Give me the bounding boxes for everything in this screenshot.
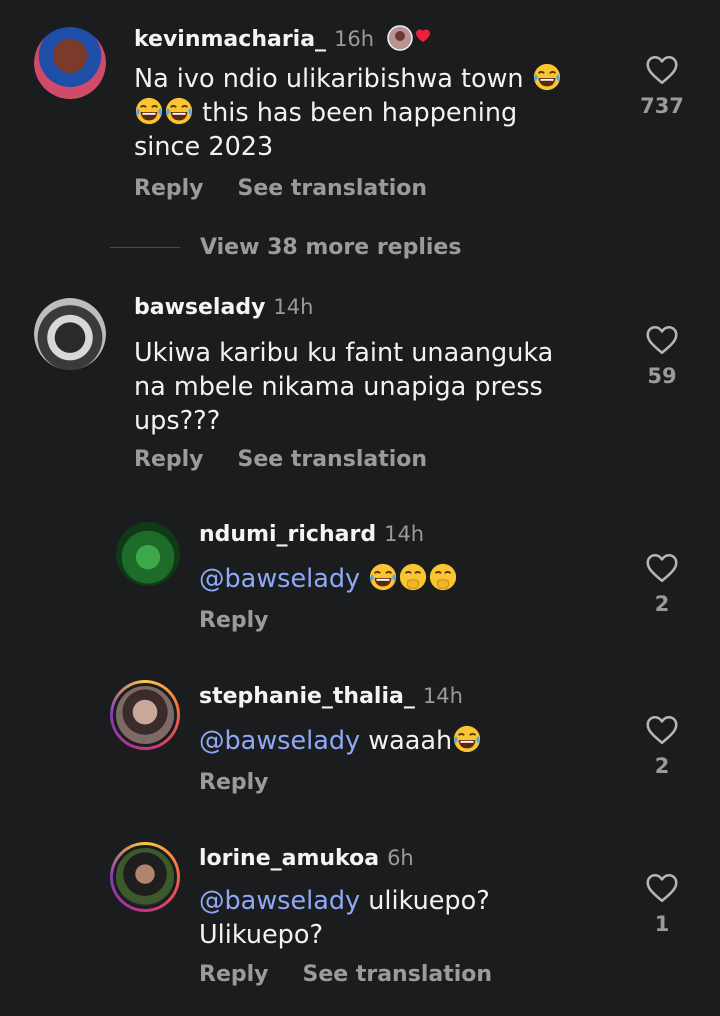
laugh-icon bbox=[134, 96, 164, 126]
reply-stephanie-thalia: stephanie_thalia_ 14h @bawselady waaah Re… bbox=[0, 672, 720, 822]
heart-icon[interactable] bbox=[644, 550, 680, 586]
like-button[interactable]: 737 bbox=[626, 52, 698, 118]
heart-icon[interactable] bbox=[644, 52, 680, 88]
timestamp: 14h bbox=[273, 295, 314, 319]
comment-line: since 2023 bbox=[134, 132, 274, 162]
timestamp: 14h bbox=[384, 522, 425, 546]
mention-link[interactable]: @bawselady bbox=[199, 726, 360, 756]
like-button[interactable]: 2 bbox=[626, 712, 698, 778]
comment-actions: Reply See translation bbox=[134, 447, 427, 472]
see-translation-button[interactable]: See translation bbox=[238, 176, 428, 201]
heart-icon[interactable] bbox=[644, 322, 680, 358]
comment-text: @bawselady bbox=[199, 562, 669, 596]
comment-body: waaah bbox=[368, 726, 453, 756]
username[interactable]: kevinmacharia_ 16h bbox=[134, 24, 430, 52]
giggle-icon bbox=[428, 562, 458, 592]
like-button[interactable]: 59 bbox=[626, 322, 698, 388]
comment-bawselady: bawselady 14h Ukiwa karibu ku faint unaan… bbox=[0, 280, 720, 490]
comment-line: this has been happening bbox=[202, 98, 518, 128]
username-text[interactable]: lorine_amukoa bbox=[199, 846, 379, 871]
heart-icon[interactable] bbox=[644, 712, 680, 748]
reply-button[interactable]: Reply bbox=[199, 608, 269, 633]
like-count: 737 bbox=[640, 94, 684, 118]
reply-lorine-amukoa: lorine_amukoa 6h @bawselady ulikuepo? Uli… bbox=[0, 834, 720, 1016]
see-translation-button[interactable]: See translation bbox=[303, 962, 493, 987]
avatar[interactable] bbox=[34, 27, 106, 99]
reply-button[interactable]: Reply bbox=[199, 770, 269, 795]
view-more-label[interactable]: View 38 more replies bbox=[200, 235, 461, 260]
avatar[interactable] bbox=[116, 522, 180, 586]
like-count: 2 bbox=[654, 592, 670, 616]
username[interactable]: bawselady 14h bbox=[134, 295, 313, 320]
heart-icon[interactable] bbox=[644, 870, 680, 906]
comment-text: @bawselady waaah bbox=[199, 724, 669, 758]
avatar[interactable] bbox=[110, 842, 180, 912]
timestamp: 14h bbox=[422, 684, 463, 708]
mention-link[interactable]: @bawselady bbox=[199, 564, 360, 594]
comment-actions: Reply bbox=[199, 770, 269, 795]
see-translation-button[interactable]: See translation bbox=[238, 447, 428, 472]
timestamp: 16h bbox=[334, 27, 375, 51]
like-count: 2 bbox=[654, 754, 670, 778]
comment-text: Ukiwa karibu ku faint unaanguka na mbele… bbox=[134, 338, 554, 436]
comment-text: @bawselady ulikuepo? Ulikuepo? bbox=[199, 884, 669, 952]
comment-line: Na ivo ndio ulikaribishwa town bbox=[134, 64, 524, 94]
reply-button[interactable]: Reply bbox=[134, 176, 204, 201]
comment-actions: Reply See translation bbox=[199, 962, 492, 987]
username-text[interactable]: ndumi_richard bbox=[199, 522, 376, 547]
username[interactable]: lorine_amukoa 6h bbox=[199, 846, 414, 871]
mention-link[interactable]: @bawselady bbox=[199, 886, 360, 916]
comment-body: ulikuepo? bbox=[368, 886, 490, 916]
reply-button[interactable]: Reply bbox=[134, 447, 204, 472]
laugh-icon bbox=[164, 96, 194, 126]
like-count: 59 bbox=[647, 364, 677, 388]
username-text[interactable]: bawselady bbox=[134, 295, 265, 320]
username-text[interactable]: stephanie_thalia_ bbox=[199, 684, 415, 709]
laugh-icon bbox=[452, 724, 482, 754]
comment-actions: Reply bbox=[199, 608, 269, 633]
username[interactable]: ndumi_richard 14h bbox=[199, 522, 424, 547]
giggle-icon bbox=[398, 562, 428, 592]
username[interactable]: stephanie_thalia_ 14h bbox=[199, 684, 463, 709]
avatar[interactable] bbox=[110, 680, 180, 750]
comment-actions: Reply See translation bbox=[134, 176, 427, 201]
like-button[interactable]: 1 bbox=[626, 870, 698, 936]
sticker-icon bbox=[386, 24, 430, 52]
laugh-icon bbox=[368, 562, 398, 592]
comment-kevinmacharia: kevinmacharia_ 16h Na ivo ndio ulikaribis… bbox=[0, 0, 720, 230]
like-count: 1 bbox=[654, 912, 670, 936]
view-more-replies[interactable]: View 38 more replies bbox=[110, 230, 461, 264]
username-text[interactable]: kevinmacharia_ bbox=[134, 27, 326, 52]
comment-text: Na ivo ndio ulikaribishwa town this has … bbox=[134, 62, 604, 164]
reply-ndumi-richard: ndumi_richard 14h @bawselady Reply 2 bbox=[0, 510, 720, 660]
laugh-icon bbox=[532, 62, 562, 92]
like-button[interactable]: 2 bbox=[626, 550, 698, 616]
comment-body: Ulikuepo? bbox=[199, 920, 323, 950]
avatar[interactable] bbox=[34, 298, 106, 370]
reply-button[interactable]: Reply bbox=[199, 962, 269, 987]
divider bbox=[110, 246, 180, 248]
timestamp: 6h bbox=[387, 846, 414, 870]
